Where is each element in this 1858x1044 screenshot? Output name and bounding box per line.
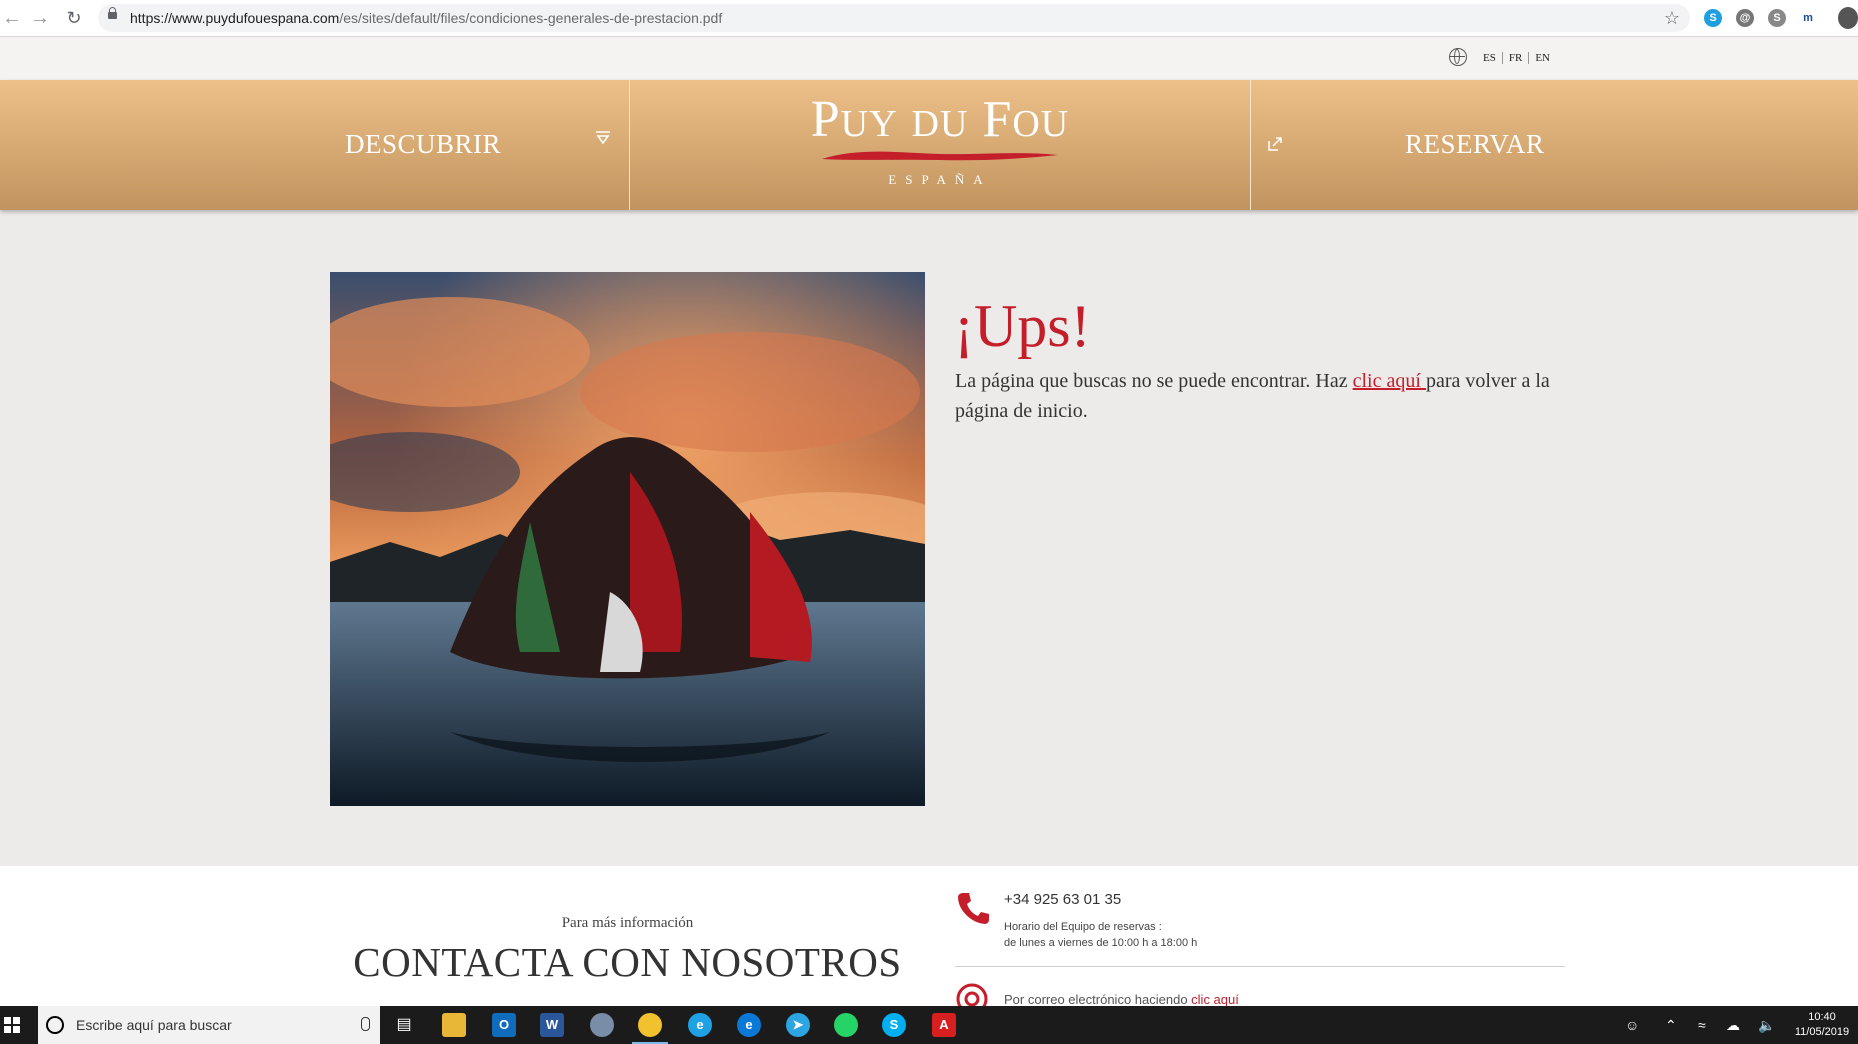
globe-icon — [1449, 48, 1467, 66]
skype-grey-extension-icon[interactable]: S — [1768, 9, 1786, 27]
internet-explorer-icon[interactable]: e — [688, 1013, 712, 1037]
url-text[interactable]: https://www.puydufouespana.com/es/sites/… — [130, 4, 722, 32]
email-link[interactable]: clic aquí — [1191, 992, 1239, 1007]
lang-en[interactable]: EN — [1529, 52, 1556, 64]
clock-date: 11/05/2019 — [1794, 1026, 1850, 1038]
onedrive-icon[interactable]: ☁ — [1726, 1006, 1740, 1044]
back-icon[interactable]: ← — [0, 6, 24, 30]
telegram-icon[interactable]: ➤ — [786, 1013, 810, 1037]
phone-icon — [958, 893, 989, 924]
tray-chevron-icon[interactable]: ⌃ — [1665, 1006, 1677, 1044]
taskbar-search[interactable]: Escribe aquí para buscar — [38, 1006, 380, 1044]
nav-divider — [1250, 80, 1251, 210]
logo-swoosh — [822, 151, 1058, 161]
more-info-label: Para más información — [561, 915, 694, 931]
acrobat-icon[interactable]: A — [932, 1013, 956, 1037]
lang-fr[interactable]: FR — [1502, 52, 1530, 64]
clock-time: 10:40 — [1808, 1011, 1836, 1023]
nav-book[interactable]: RESERVAR — [1405, 129, 1544, 160]
footer-divider — [955, 966, 1565, 967]
footer — [0, 866, 1858, 1006]
wifi-icon[interactable]: ≈ — [1698, 1006, 1706, 1044]
dropdown-icon[interactable] — [595, 130, 611, 146]
people-icon[interactable]: ☺ — [1625, 1006, 1639, 1044]
cortana-icon — [46, 1016, 64, 1034]
nav-divider — [629, 80, 630, 210]
search-placeholder: Escribe aquí para buscar — [76, 1017, 232, 1033]
address-bar[interactable]: https://www.puydufouespana.com/es/sites/… — [98, 4, 1690, 32]
microphone-icon[interactable] — [361, 1017, 370, 1031]
clock[interactable]: 10:40 11/05/2019 — [1790, 1010, 1854, 1040]
hours-value: de lunes a viernes de 10:00 h a 18:00 h — [1004, 937, 1198, 949]
task-view-icon[interactable]: ▤ — [392, 1013, 416, 1037]
movistar-extension-icon[interactable]: m — [1799, 9, 1817, 27]
chrome-icon[interactable] — [638, 1013, 662, 1037]
skype-icon[interactable]: S — [882, 1013, 906, 1037]
edge-icon[interactable]: e — [737, 1013, 761, 1037]
home-link[interactable]: clic aquí — [1353, 370, 1426, 392]
reload-icon[interactable]: ↻ — [62, 6, 86, 30]
hours-label: Horario del Equipo de reservas : — [1004, 921, 1162, 933]
error-title: ¡Ups! — [954, 293, 1091, 359]
extension-icon[interactable]: @ — [1736, 9, 1754, 27]
email-contact: Por correo electrónico haciendo clic aqu… — [1004, 992, 1239, 1007]
taskbar: Escribe aquí para buscar ▤ O W e e ➤ S A… — [0, 1006, 1858, 1044]
outlook-icon[interactable]: O — [492, 1013, 516, 1037]
lock-icon — [108, 7, 117, 19]
word-icon[interactable]: W — [540, 1013, 564, 1037]
nav-discover[interactable]: DESCUBRIR — [345, 129, 501, 160]
skype-extension-icon[interactable]: S — [1704, 9, 1722, 27]
profile-avatar[interactable] — [1838, 7, 1858, 29]
error-message: La página que buscas no se puede encontr… — [955, 370, 1550, 422]
forward-icon[interactable]: → — [28, 6, 52, 30]
language-bar — [0, 37, 1858, 80]
file-explorer-icon[interactable] — [442, 1013, 466, 1037]
external-link-icon[interactable] — [1267, 136, 1283, 152]
contact-title: CONTACTA CON NOSOTROS — [353, 939, 902, 985]
whatsapp-icon[interactable] — [834, 1013, 858, 1037]
lang-es[interactable]: ES — [1480, 52, 1503, 64]
app-icon[interactable] — [590, 1013, 614, 1037]
logo-subtitle: ESPAÑA — [888, 172, 992, 187]
hero-image — [330, 272, 925, 806]
volume-icon[interactable]: 🔈 — [1758, 1006, 1775, 1044]
bookmark-star-icon[interactable]: ☆ — [1664, 4, 1680, 32]
puy-du-fou-logo[interactable]: PUY DU FOU ESPAÑA — [800, 90, 1080, 200]
browser-toolbar: ← → ↻ https://www.puydufouespana.com/es/… — [0, 0, 1858, 37]
phone-number[interactable]: +34 925 63 01 35 — [1004, 891, 1121, 908]
windows-start-icon[interactable] — [4, 1017, 20, 1033]
language-switcher: ES FR EN — [1480, 52, 1556, 64]
main-navigation: DESCUBRIR PUY DU FOU ESPAÑA RESERVAR — [0, 80, 1858, 210]
